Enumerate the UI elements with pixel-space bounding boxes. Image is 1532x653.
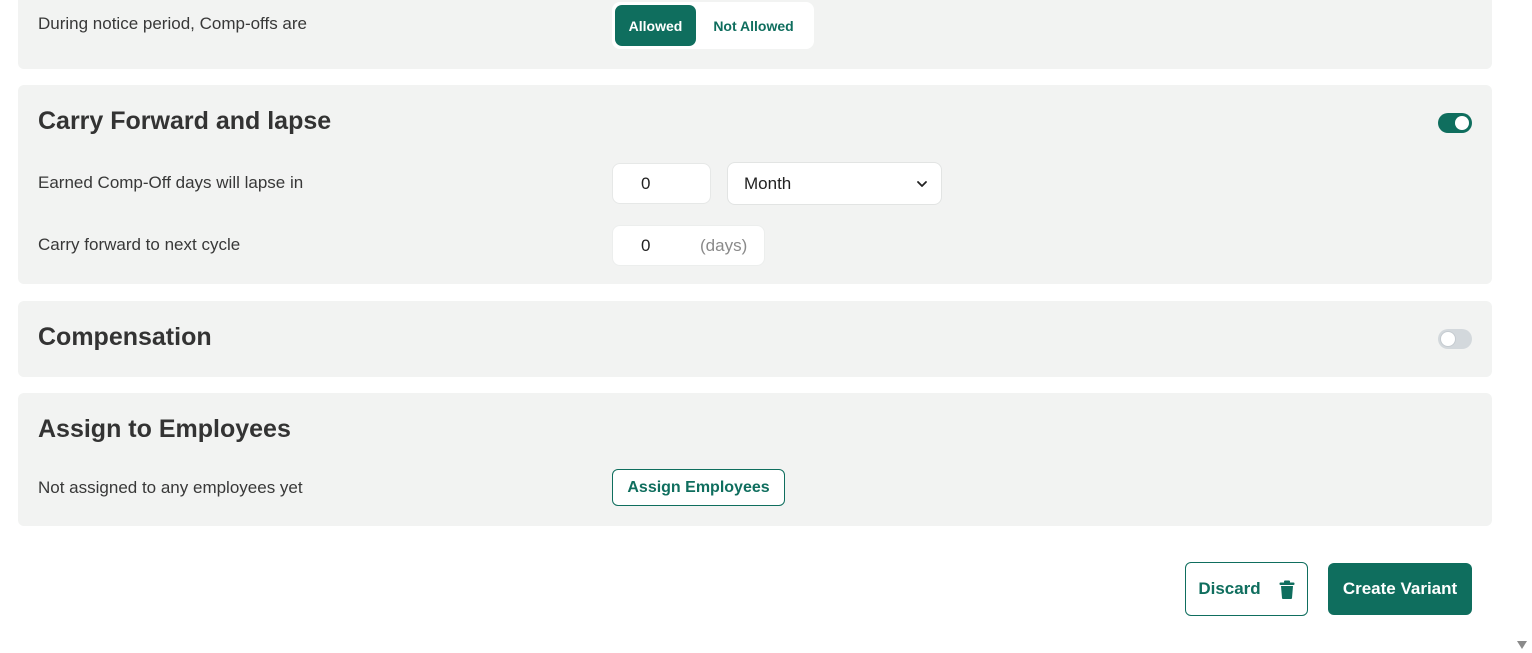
not-allowed-option[interactable]: Not Allowed [696, 5, 811, 46]
trash-icon [1279, 580, 1295, 599]
assign-employees-title: Assign to Employees [38, 415, 291, 443]
assign-employees-card: Assign to Employees Not assigned to any … [18, 393, 1492, 526]
lapse-unit-select[interactable]: Month [727, 162, 942, 205]
toggle-knob [1440, 331, 1456, 347]
carry-forward-days-field: (days) [612, 225, 765, 266]
lapse-unit-value: Month [744, 173, 792, 193]
assignment-status: Not assigned to any employees yet [38, 478, 303, 497]
chevron-down-icon [917, 181, 927, 187]
carry-forward-card: Carry Forward and lapse Earned Comp-Off … [18, 85, 1492, 284]
carry-forward-toggle[interactable] [1438, 113, 1472, 133]
notice-period-label: During notice period, Comp-offs are [38, 14, 307, 33]
lapse-value-input[interactable] [612, 163, 711, 204]
carry-forward-label: Carry forward to next cycle [38, 235, 241, 254]
allowed-option[interactable]: Allowed [615, 5, 696, 46]
compensation-title: Compensation [38, 323, 212, 351]
carry-forward-days-input[interactable] [613, 226, 693, 265]
toggle-knob [1455, 116, 1469, 130]
discard-label: Discard [1198, 579, 1261, 598]
compensation-card: Compensation [18, 301, 1492, 377]
carry-forward-title: Carry Forward and lapse [38, 107, 332, 135]
notice-period-card: During notice period, Comp-offs are Allo… [18, 0, 1492, 69]
discard-button[interactable]: Discard [1185, 562, 1308, 616]
days-unit-label: (days) [700, 236, 748, 255]
assign-employees-button[interactable]: Assign Employees [612, 469, 785, 506]
compensation-toggle[interactable] [1438, 329, 1472, 349]
lapse-label: Earned Comp-Off days will lapse in [38, 173, 304, 192]
policy-form: During notice period, Comp-offs are Allo… [0, 0, 1532, 653]
comp-off-notice-segmented-control: Allowed Not Allowed [612, 2, 814, 49]
scroll-down-arrow-icon[interactable] [1516, 640, 1528, 650]
create-variant-button[interactable]: Create Variant [1328, 563, 1472, 615]
